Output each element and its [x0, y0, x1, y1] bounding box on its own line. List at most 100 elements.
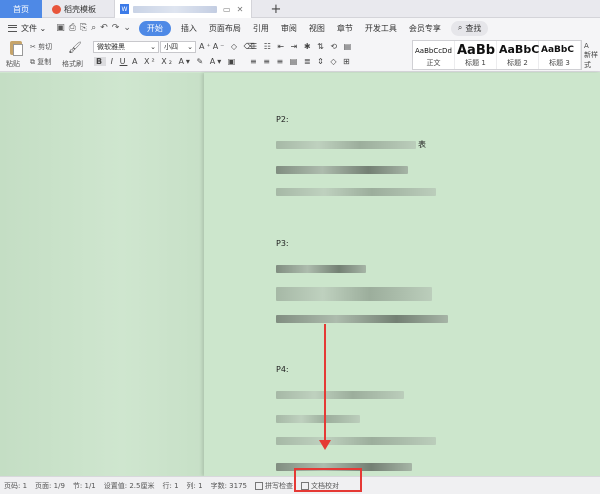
status-column[interactable]: 列: 1	[183, 481, 207, 491]
style-name: 正文	[426, 59, 441, 67]
copy-label: 复制	[37, 58, 52, 66]
tab-home[interactable]: 首页	[0, 0, 42, 18]
window-icon[interactable]: ▭	[223, 5, 231, 14]
style-heading-3[interactable]: AaBbC 标题 3	[539, 41, 581, 69]
tab-view[interactable]: 视图	[303, 23, 331, 34]
redo-icon[interactable]: ↷	[112, 23, 120, 33]
search-box[interactable]: ⌕ 查找	[450, 20, 489, 36]
style-sample: AaBbCcDd	[415, 47, 452, 55]
print-icon[interactable]: ⎘	[80, 23, 87, 33]
paragraph-label-p3: P3:	[276, 239, 289, 248]
document-title-redacted	[133, 5, 217, 13]
style-sample: AaBb	[457, 43, 496, 58]
chevron-down-icon: ⌄	[150, 43, 156, 51]
checkbox-icon	[254, 481, 263, 490]
paragraph-label-p4: P4:	[276, 365, 289, 374]
hamburger-icon	[8, 24, 17, 32]
tab-home-label: 首页	[13, 4, 29, 14]
format-painter-label: 格式刷	[62, 60, 83, 68]
tab-docer-templates[interactable]: 稻壳模板	[46, 0, 112, 18]
scissors-icon: ✂	[30, 43, 36, 51]
annotation-arrow-head	[319, 440, 331, 450]
quick-access-toolbar: ▣ ⎙ ⎘ ⌕ ↶ ↷ ⌄	[52, 23, 135, 33]
chevron-down-icon: ⌄	[187, 43, 193, 51]
ribbon-toolbar: 粘贴 ✂ 剪切 ⧉ 复制 🖌 格式刷 微软雅黑 ⌄ 小四 ⌄ A⁺A⁻ ◇ ⌫ B …	[0, 38, 600, 72]
tab-store-label: 稻壳模板	[64, 4, 96, 14]
redacted-line	[276, 287, 432, 301]
copy-button[interactable]: ⧉ 复制	[30, 57, 51, 67]
status-page-number[interactable]: 页码: 1	[0, 481, 31, 491]
redacted-line	[276, 265, 366, 273]
spell-check-label: 拼写检查	[264, 481, 293, 490]
new-style-button[interactable]: A 新样式	[584, 42, 600, 70]
paste-button[interactable]: 粘贴	[4, 38, 30, 72]
redacted-line	[276, 166, 408, 174]
export-pdf-icon[interactable]: ⎙	[69, 23, 76, 33]
tab-page-layout[interactable]: 页面布局	[203, 23, 247, 34]
tab-current-document[interactable]: W ▭ ✕	[114, 0, 252, 18]
status-pages[interactable]: 页面: 1/9	[31, 481, 69, 491]
redacted-line	[276, 315, 448, 323]
cut-button[interactable]: ✂ 剪切	[30, 42, 52, 52]
file-menu-label: 文件	[21, 23, 37, 33]
file-menu[interactable]: 文件 ⌄	[0, 23, 52, 34]
spell-check-toggle[interactable]: 拼写检查	[251, 481, 297, 491]
font-size-value: 小四	[164, 43, 178, 51]
tab-insert[interactable]: 插入	[175, 23, 203, 34]
format-painter-button[interactable]: 🖌 格式刷	[62, 38, 90, 72]
search-label: 查找	[465, 23, 482, 33]
print-preview-icon[interactable]: ⌕	[91, 23, 96, 33]
style-heading-2[interactable]: AaBbC 标题 2	[497, 41, 539, 69]
style-name: 标题 2	[507, 59, 528, 67]
redacted-line	[276, 437, 436, 445]
copy-icon: ⧉	[30, 58, 35, 66]
tab-chapter[interactable]: 章节	[331, 23, 359, 34]
style-name: 标题 3	[549, 59, 570, 67]
tab-developer[interactable]: 开发工具	[359, 23, 403, 34]
font-family-value: 微软雅黑	[97, 43, 125, 51]
tab-review[interactable]: 审阅	[275, 23, 303, 34]
underline-icon[interactable]: U	[120, 57, 128, 66]
italic-icon[interactable]: I	[111, 57, 115, 66]
status-section[interactable]: 节: 1/1	[69, 481, 100, 491]
style-sample: AaBbC	[541, 45, 574, 55]
brush-icon: 🖌	[68, 41, 82, 54]
chevron-down-icon: ⌄	[37, 23, 47, 33]
status-setting-value[interactable]: 设置值: 2.5厘米	[100, 481, 159, 491]
save-icon[interactable]: ▣	[56, 23, 65, 33]
font-format-tools[interactable]: B I U A X² X₂ A▾ ✎ A▾ ▣	[94, 57, 237, 66]
annotation-arrow-line	[324, 324, 326, 444]
new-style-label: 新样式	[584, 51, 598, 69]
menu-bar: 文件 ⌄ ▣ ⎙ ⎘ ⌕ ↶ ↷ ⌄ 开始 插入 页面布局 引用 审阅 视图 章…	[0, 18, 600, 38]
close-tab-icon[interactable]: ✕	[237, 5, 244, 14]
status-row[interactable]: 行: 1	[158, 481, 182, 491]
customize-icon[interactable]: ⌄	[123, 23, 131, 33]
p2-tail-text: 表	[418, 140, 426, 149]
tab-member[interactable]: 会员专享	[403, 23, 447, 34]
redacted-line	[276, 141, 416, 149]
undo-icon[interactable]: ↶	[100, 23, 108, 33]
clipboard-icon	[10, 41, 23, 56]
document-page[interactable]: P2: 表 P3: P4:	[204, 73, 600, 476]
list-tools[interactable]: ☰ ☷ ⇤ ⇥ ✱ ⇅ ⟲ ▤	[250, 42, 353, 51]
tab-start[interactable]: 开始	[138, 20, 171, 36]
tab-references[interactable]: 引用	[247, 23, 275, 34]
font-grow-shrink-tools[interactable]: A⁺A⁻ ◇ ⌫	[199, 42, 257, 51]
redacted-line	[276, 188, 436, 196]
new-tab-button[interactable]: +	[268, 0, 284, 18]
bold-icon[interactable]: B	[94, 57, 107, 66]
redacted-line	[276, 391, 404, 399]
font-size-select[interactable]: 小四 ⌄	[160, 41, 196, 53]
annotation-highlight-box	[294, 468, 362, 492]
font-family-select[interactable]: 微软雅黑 ⌄	[93, 41, 159, 53]
redacted-line	[276, 415, 360, 423]
paragraph-align-tools[interactable]: ≡ ≡ ≡ ▤ ≣ ⇕ ◇ ⊞	[250, 57, 352, 66]
writer-doc-icon: W	[120, 4, 129, 14]
paragraph-label-p2: P2:	[276, 115, 289, 124]
docer-logo-icon	[52, 4, 61, 14]
search-icon: ⌕	[457, 23, 463, 32]
style-icon: A	[584, 42, 589, 50]
style-heading-1[interactable]: AaBb 标题 1	[455, 41, 497, 69]
status-word-count[interactable]: 字数: 3175	[207, 481, 251, 491]
style-normal[interactable]: AaBbCcDd 正文	[413, 41, 455, 69]
